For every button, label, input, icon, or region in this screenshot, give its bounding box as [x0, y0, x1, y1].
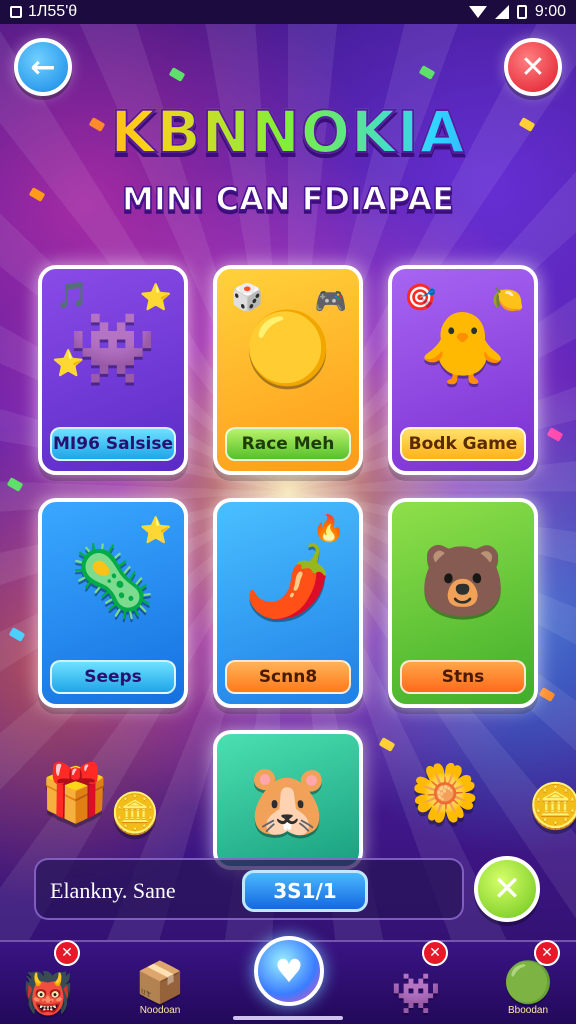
status-time-right: 9:00 — [534, 3, 566, 20]
coin-stack-icon: 🪙 — [110, 791, 160, 837]
status-time-left: 1Л55'θ — [28, 3, 78, 20]
search-input[interactable] — [50, 872, 250, 910]
game-card-label: Bodk Game — [400, 427, 526, 461]
nav-item-monster[interactable]: 👹 ✕ — [8, 940, 88, 1017]
yellow-bear-icon: 🐹 — [244, 759, 332, 841]
wifi-icon — [468, 6, 487, 18]
game-card-6[interactable]: 🐻 Stns — [388, 498, 538, 708]
game-card-2[interactable]: 🎲 🎮 🟡 Race Meh — [213, 265, 363, 475]
heart-icon: ♥ — [274, 952, 304, 990]
page-title: KBNNOKIA — [0, 97, 576, 167]
search-bar: 3S1/1 — [34, 858, 464, 920]
gift-box-icon: 🎁 — [40, 761, 110, 826]
nav-item-noodoan[interactable]: 📦 Noodoan — [120, 942, 200, 1016]
red-fire-creature-icon: 🔥 🌶️ — [244, 514, 345, 622]
game-card-4[interactable]: ⭐ 🦠 Seeps — [38, 498, 188, 708]
close-badge-icon[interactable]: ✕ — [534, 940, 560, 966]
puzzle-creature-icon: 🎵 ⭐ ⭐ 👾 — [52, 281, 172, 389]
game-card-7[interactable]: 🐹 — [213, 730, 363, 870]
coin-flower-icon: 🌼 — [410, 761, 480, 826]
nav-item-label: Bboodan — [507, 1005, 549, 1016]
orange-monster-icon: 👹 — [23, 971, 73, 1017]
close-icon: ✕ — [520, 49, 546, 85]
bouncing-ball-icon: 🎲 🎮 🟡 — [231, 283, 347, 389]
close-badge-icon[interactable]: ✕ — [422, 940, 448, 966]
game-card-label: Stns — [400, 660, 526, 694]
nav-item-label: Noodoan — [139, 1005, 181, 1016]
treasure-box-icon: 📦 — [135, 960, 185, 1006]
status-bar: 1Л55'θ 9:00 — [0, 0, 576, 24]
nav-item-bboodan[interactable]: 🟢 Bboodan ✕ — [488, 940, 568, 1016]
game-card-1[interactable]: 🎵 ⭐ ⭐ 👾 MI96 Salsise — [38, 265, 188, 475]
winged-mascot-icon: 🎯 🍋 🐥 — [404, 283, 524, 389]
nav-center-button[interactable]: ♥ — [254, 936, 324, 1006]
back-button[interactable]: ← — [14, 38, 72, 96]
signal-icon — [494, 5, 509, 19]
arrow-left-icon: ← — [30, 49, 56, 85]
confirm-button[interactable]: ✕ — [474, 856, 540, 922]
close-icon: ✕ — [492, 869, 522, 909]
game-card-label: Seeps — [50, 660, 176, 694]
close-badge-icon[interactable]: ✕ — [54, 940, 80, 966]
game-card-3[interactable]: 🎯 🍋 🐥 Bodk Game — [388, 265, 538, 475]
game-card-label: Scnn8 — [225, 660, 351, 694]
home-indicator[interactable] — [233, 1016, 343, 1020]
coin-icon: 🪙 — [528, 781, 576, 832]
notification-icon — [10, 6, 22, 18]
nav-item-blue-monster[interactable]: 👾 ✕ — [376, 940, 456, 1017]
game-card-label: MI96 Salsise — [50, 427, 176, 461]
page-subtitle: MINI CAN FDIAPAE — [121, 179, 454, 219]
blue-monster-icon: 👾 — [391, 971, 441, 1017]
close-button[interactable]: ✕ — [504, 38, 562, 96]
blue-bear-icon: 🐻 — [419, 540, 507, 622]
battery-icon — [516, 5, 527, 19]
green-stack-icon: 🟢 — [503, 960, 553, 1006]
purple-blob-icon: ⭐ 🦠 — [69, 516, 172, 622]
game-card-5[interactable]: 🔥 🌶️ Scnn8 — [213, 498, 363, 708]
game-card-label: Race Meh — [225, 427, 351, 461]
score-pill[interactable]: 3S1/1 — [242, 870, 368, 912]
